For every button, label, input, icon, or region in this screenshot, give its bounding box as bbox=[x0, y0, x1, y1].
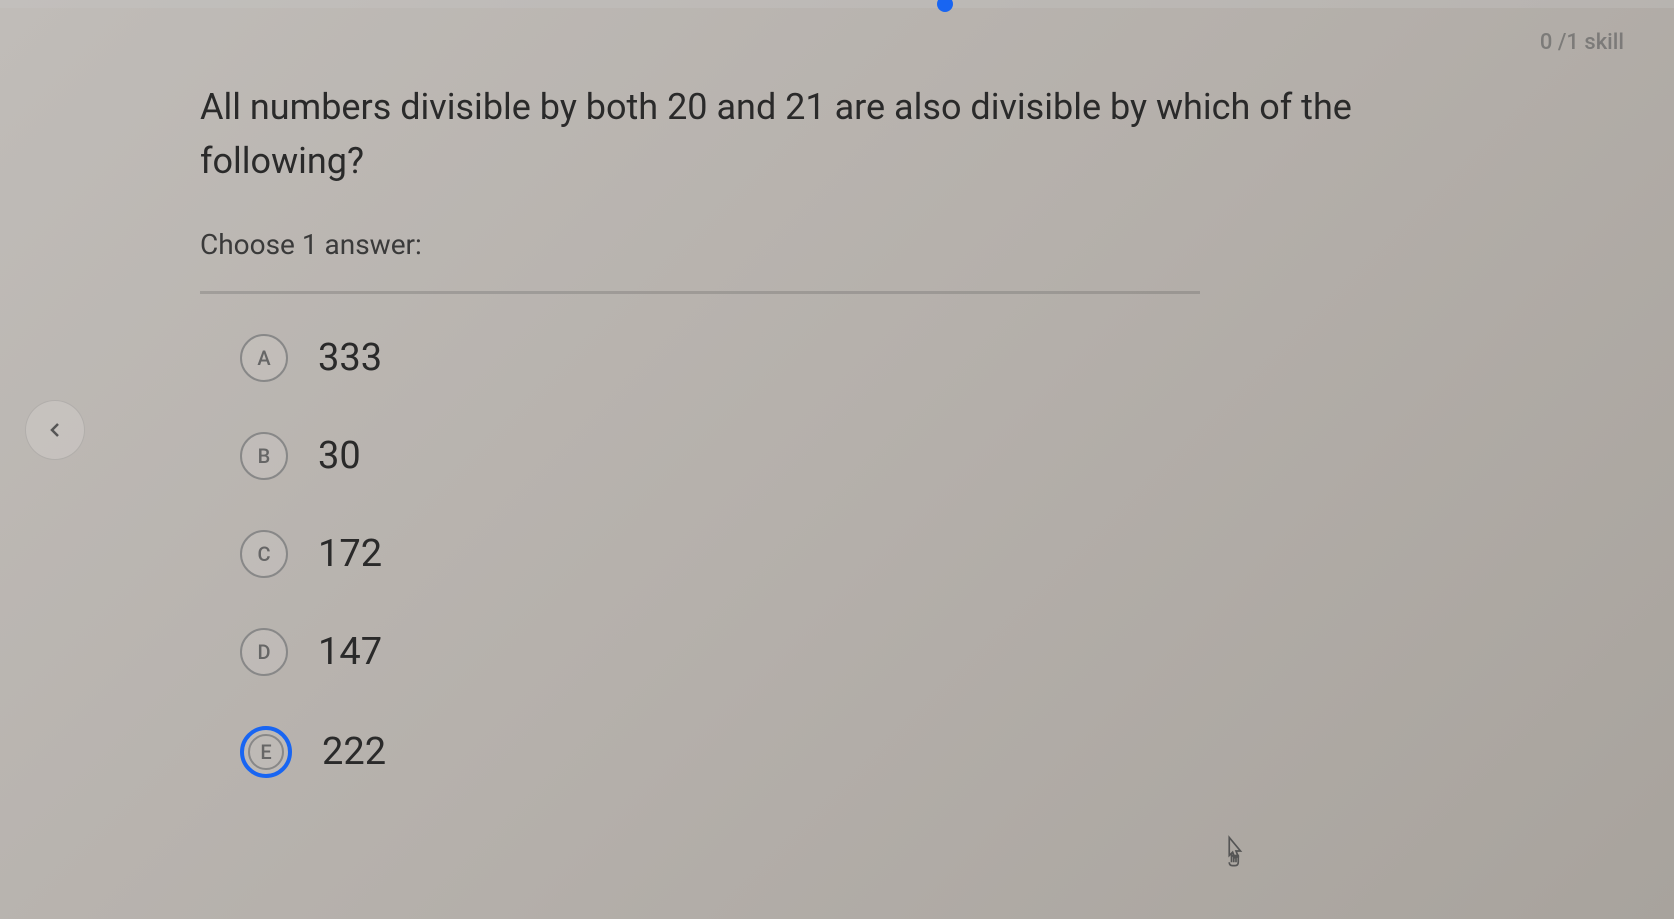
question-mid: and bbox=[708, 86, 786, 128]
answer-text-d: 147 bbox=[318, 630, 382, 674]
answer-option-a[interactable]: A 333 bbox=[240, 334, 1474, 382]
divider bbox=[200, 291, 1200, 294]
progress-bar bbox=[0, 0, 1674, 8]
skill-counter: 0 /1 skill bbox=[1540, 30, 1624, 55]
radio-letter: A bbox=[257, 346, 270, 370]
answer-option-e[interactable]: E 222 bbox=[240, 726, 1474, 778]
radio-letter: D bbox=[257, 640, 270, 664]
instruction-text: Choose 1 answer: bbox=[200, 228, 1474, 261]
question-content: All numbers divisible by both 20 and 21 … bbox=[0, 0, 1674, 818]
question-num1: 20 bbox=[667, 86, 707, 128]
answer-text-e: 222 bbox=[322, 730, 386, 774]
radio-c: C bbox=[240, 530, 288, 578]
answer-list: A 333 B 30 C 172 D 147 bbox=[200, 334, 1474, 778]
question-prefix: All numbers divisible by both bbox=[200, 86, 667, 128]
radio-letter: E bbox=[260, 740, 271, 764]
answer-option-c[interactable]: C 172 bbox=[240, 530, 1474, 578]
answer-option-b[interactable]: B 30 bbox=[240, 432, 1474, 480]
answer-text-c: 172 bbox=[318, 532, 382, 576]
radio-letter: B bbox=[258, 444, 271, 468]
answer-text-a: 333 bbox=[318, 336, 382, 380]
radio-d: D bbox=[240, 628, 288, 676]
radio-e: E bbox=[240, 726, 292, 778]
back-button[interactable] bbox=[25, 400, 85, 460]
question-text: All numbers divisible by both 20 and 21 … bbox=[200, 80, 1474, 188]
radio-b: B bbox=[240, 432, 288, 480]
radio-a: A bbox=[240, 334, 288, 382]
chevron-left-icon bbox=[43, 418, 67, 442]
pointer-cursor-icon bbox=[1218, 833, 1254, 869]
answer-option-d[interactable]: D 147 bbox=[240, 628, 1474, 676]
answer-text-b: 30 bbox=[318, 434, 361, 478]
radio-letter: C bbox=[257, 542, 270, 566]
question-num2: 21 bbox=[785, 86, 825, 128]
